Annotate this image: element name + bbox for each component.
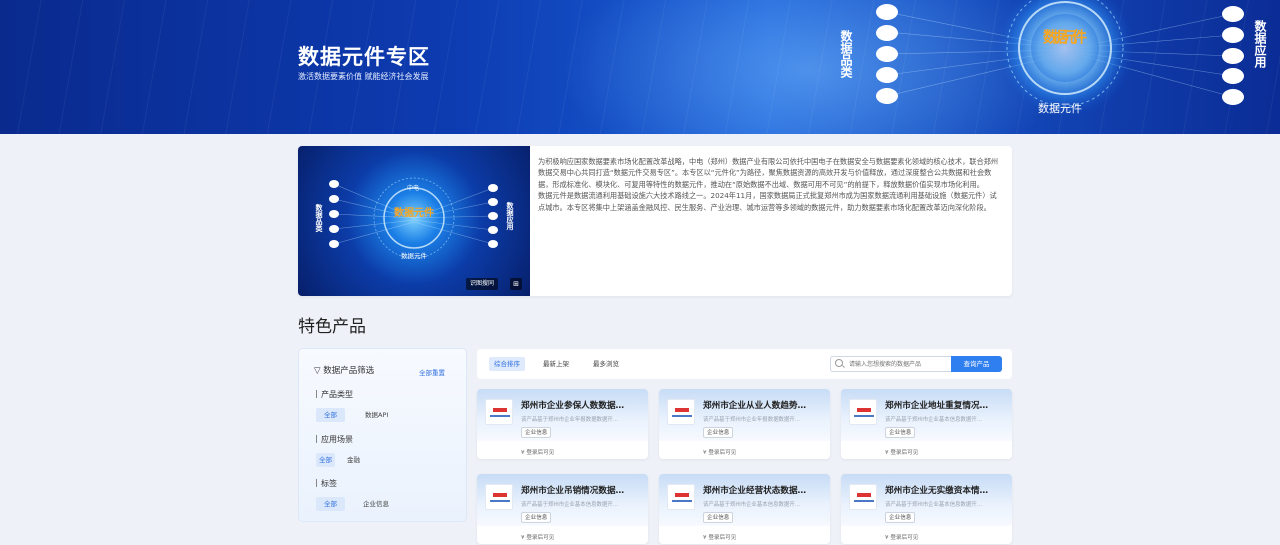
product-tag: 企业信息 [703, 512, 734, 523]
product-description: 该产品基于郑州市企业基本信息数据开… [885, 502, 983, 508]
search-icon [835, 359, 843, 367]
product-card[interactable]: 郑州市企业无实缴资本情… 该产品基于郑州市企业基本信息数据开… 企业信息 ¥ 登… [841, 474, 1012, 544]
product-price: ¥ 登录后可见 [703, 450, 737, 456]
sort-newest[interactable]: 最新上架 [538, 357, 574, 371]
product-tag: 企业信息 [885, 427, 916, 438]
product-description: 该产品基于郑州市企业年报数据数据开… [521, 417, 619, 423]
filter-panel: ▽ 数据产品筛选 全部重置 产品类型 全部 数据API 应用场景 全部 金融 标… [298, 348, 467, 522]
hero-banner: 数据元件专区 激活数据要素价值 赋能经济社会发展 数据品类 数据应用 数据元件 … [0, 0, 1280, 134]
intro-paragraph-1: 为积极响应国家数据要素市场化配置改革战略，中电（郑州）数据产业有限公司依托中国电… [538, 157, 999, 189]
product-toolbar: 综合排序 最新上架 最多浏览 查询产品 [477, 349, 1012, 379]
intro-paragraph-2: 数据元件是数据流通利用基础设施六大技术路线之一。2024年11月，国家数据局正式… [538, 191, 997, 212]
intro-card: 数据品类 数据应用 中电 数据元件 数据元件 识图搜同 ⊞ 为积极响应国家数据要… [298, 146, 1012, 296]
product-tag: 企业信息 [703, 427, 734, 438]
product-price: ¥ 登录后可见 [885, 535, 919, 541]
product-card[interactable]: 郑州市企业吊销情况数据… 该产品基于郑州市企业基本信息数据开… 企业信息 ¥ 登… [477, 474, 648, 544]
sort-comprehensive[interactable]: 综合排序 [489, 357, 525, 371]
intro-art-center-label: 数据元件 [394, 206, 434, 219]
banner-art-right-label: 数据应用 [1253, 19, 1267, 69]
product-description: 该产品基于郑州市企业年报数据数据开… [703, 417, 801, 423]
product-title[interactable]: 郑州市企业从业人数趋势… [703, 399, 825, 411]
search-button[interactable]: 查询产品 [951, 356, 1002, 372]
filter-option-scenario-all[interactable]: 全部 [316, 453, 335, 467]
filter-group-label-tags: 标签 [316, 478, 337, 489]
banner-title: 数据元件专区 [298, 45, 430, 69]
filter-title: 数据产品筛选 [323, 366, 375, 376]
product-card[interactable]: 郑州市企业从业人数趋势… 该产品基于郑州市企业年报数据数据开… 企业信息 ¥ 登… [659, 389, 830, 459]
filter-option-product-type-all[interactable]: 全部 [316, 408, 345, 422]
banner-art-left-label: 数据品类 [839, 29, 853, 79]
intro-description: 为积极响应国家数据要素市场化配置改革战略，中电（郑州）数据产业有限公司依托中国电… [538, 156, 1000, 213]
filter-group-label-product-type: 产品类型 [316, 389, 353, 400]
product-title[interactable]: 郑州市企业无实缴资本情… [885, 484, 1007, 496]
product-logo [667, 484, 695, 510]
filter-icon: ▽ [314, 366, 321, 376]
reset-all-link[interactable]: 全部重置 [419, 367, 445, 377]
product-price: ¥ 登录后可见 [703, 535, 737, 541]
product-title[interactable]: 郑州市企业经营状态数据… [703, 484, 825, 496]
banner-subtitle: 激活数据要素价值 赋能经济社会发展 [298, 72, 429, 81]
filter-option-tags-all[interactable]: 全部 [316, 497, 345, 511]
intro-art-top-label: 中电 [407, 184, 419, 192]
data-element-illustration: 数据品类 数据应用 数据元件 数据元件 [839, 0, 1267, 120]
banner-art-bottom-label: 数据元件 [1038, 101, 1082, 115]
product-logo [485, 399, 513, 425]
product-tag: 企业信息 [885, 512, 916, 523]
product-logo [849, 484, 877, 510]
product-card[interactable]: 郑州市企业地址重复情况… 该产品基于郑州市企业基本信息数据开… 企业信息 ¥ 登… [841, 389, 1012, 459]
product-description: 该产品基于郑州市企业基本信息数据开… [703, 502, 801, 508]
more-icon[interactable]: ⊞ [510, 278, 522, 290]
intro-art-right-label: 数据应用 [506, 201, 515, 231]
intro-art-left-label: 数据品类 [315, 203, 324, 233]
product-title[interactable]: 郑州市企业参保人数数据… [521, 399, 643, 411]
filter-option-finance[interactable]: 金融 [339, 453, 368, 467]
intro-illustration-art: 数据品类 数据应用 中电 数据元件 数据元件 [315, 177, 515, 260]
product-description: 该产品基于郑州市企业基本信息数据开… [521, 502, 619, 508]
filter-header: ▽ 数据产品筛选 [314, 364, 374, 376]
product-logo [485, 484, 513, 510]
intro-illustration: 数据品类 数据应用 中电 数据元件 数据元件 识图搜同 ⊞ [298, 146, 530, 296]
filter-option-enterprise-info[interactable]: 企业信息 [355, 497, 397, 511]
product-tag: 企业信息 [521, 427, 552, 438]
filter-option-data-api[interactable]: 数据API [357, 408, 396, 422]
product-price: ¥ 登录后可见 [521, 535, 555, 541]
product-description: 该产品基于郑州市企业基本信息数据开… [885, 417, 983, 423]
product-logo [849, 399, 877, 425]
banner-art-center-label: 数据元件 [1043, 28, 1087, 46]
product-logo [667, 399, 695, 425]
product-tag: 企业信息 [521, 512, 552, 523]
search-input[interactable] [830, 356, 951, 372]
product-title[interactable]: 郑州市企业吊销情况数据… [521, 484, 643, 496]
product-title[interactable]: 郑州市企业地址重复情况… [885, 399, 1007, 411]
product-price: ¥ 登录后可见 [885, 450, 919, 456]
image-search-button[interactable]: 识图搜同 [466, 278, 499, 290]
product-price: ¥ 登录后可见 [521, 450, 555, 456]
intro-art-bottom-label: 数据元件 [401, 251, 428, 260]
product-card[interactable]: 郑州市企业经营状态数据… 该产品基于郑州市企业基本信息数据开… 企业信息 ¥ 登… [659, 474, 830, 544]
section-title: 特色产品 [298, 317, 366, 337]
product-card[interactable]: 郑州市企业参保人数数据… 该产品基于郑州市企业年报数据数据开… 企业信息 ¥ 登… [477, 389, 648, 459]
sort-most-viewed[interactable]: 最多浏览 [588, 357, 624, 371]
filter-group-label-scenario: 应用场景 [316, 434, 353, 445]
